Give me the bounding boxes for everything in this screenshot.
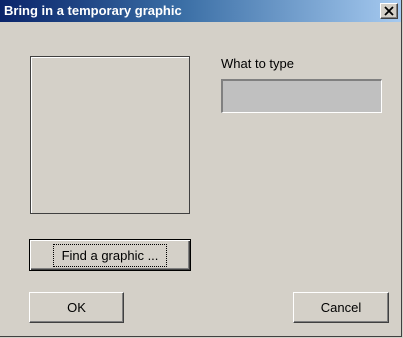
dialog-window: Bring in a temporary graphic What to typ… [0,0,402,337]
close-icon [384,6,394,16]
find-graphic-button[interactable]: Find a graphic ... [29,239,191,271]
find-graphic-button-label: Find a graphic ... [52,243,168,267]
graphic-preview-area [30,56,190,214]
close-button[interactable] [380,3,398,19]
cancel-button[interactable]: Cancel [293,292,389,323]
title-bar[interactable]: Bring in a temporary graphic [0,0,401,22]
window-title: Bring in a temporary graphic [4,3,182,18]
ok-button[interactable]: OK [29,292,124,323]
what-to-type-input[interactable] [221,79,382,113]
what-to-type-label: What to type [221,56,294,71]
